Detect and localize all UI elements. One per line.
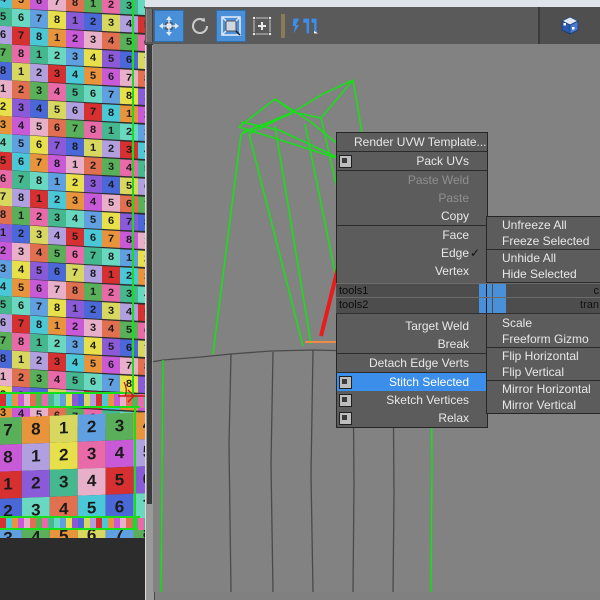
uv-editor-window: 4567812345678567812345678167812345678127…: [0, 0, 600, 600]
menu-item-freeform-gizmo[interactable]: Freeform Gizmo: [487, 331, 600, 347]
menu-item-paste: Paste: [337, 189, 487, 207]
menu-item-indent: [339, 230, 350, 241]
menu-item-mirror-horizontal[interactable]: Mirror Horizontal: [487, 381, 600, 397]
menu-item-scale[interactable]: Scale: [487, 315, 600, 331]
menu-group: Flip Horizontal Flip Vertical: [487, 348, 600, 381]
menu-item-paste-weld: Paste Weld: [337, 171, 487, 189]
menu-item-label: Mirror Vertical: [502, 398, 577, 412]
menu-item-indent: [339, 137, 350, 148]
view-cube-icon: [561, 16, 579, 35]
toolbar-dock-tools2[interactable]: tools2 tran: [336, 297, 600, 314]
menu-item-label: Copy: [440, 209, 469, 223]
menu-item-label: Paste: [438, 191, 469, 205]
move-tool-button[interactable]: [154, 9, 184, 42]
menu-item-detach-edge-verts[interactable]: Detach Edge Verts: [337, 354, 487, 372]
menu-item-indent: [339, 211, 350, 222]
menu-item-label: Flip Horizontal: [502, 349, 579, 363]
menu-group: Unhide All Hide Selected: [487, 250, 600, 283]
menu-item-label: Mirror Horizontal: [502, 382, 591, 396]
menu-item-vertex[interactable]: Vertex: [337, 262, 487, 280]
menu-item-stitch-selected[interactable]: Stitch Selected: [337, 373, 487, 391]
menu-group: Paste Weld Paste Copy: [337, 171, 487, 226]
menu-item-label: Break: [437, 337, 469, 351]
menu-item-label: Hide Selected: [502, 267, 577, 281]
uv-seam-edges: [160, 359, 164, 592]
dock-divider: [486, 298, 487, 313]
menu-item-target-weld[interactable]: Target Weld: [337, 317, 487, 335]
perspective-viewport[interactable]: 4567812345678567812345678167812345678127…: [0, 0, 145, 600]
menu-group: Unfreeze All Freeze Selected: [487, 217, 600, 250]
menu-group: Stitch Selected Sketch Vertices Relax: [337, 373, 487, 427]
check-icon: ✓: [469, 246, 481, 260]
dock-color-swatch[interactable]: [493, 298, 506, 313]
rotate-icon: [191, 16, 209, 34]
menu-item-label: Scale: [502, 316, 533, 330]
menu-item-label: Sketch Vertices: [386, 393, 469, 407]
menu-item-edge[interactable]: Edge ✓: [337, 244, 487, 262]
menu-item-freeze-selected[interactable]: Freeze Selected: [487, 233, 600, 249]
checkbox-icon[interactable]: [339, 411, 352, 425]
checkbox-icon[interactable]: [339, 154, 352, 168]
quad-menu-right[interactable]: Unfreeze All Freeze Selected Unhide All Hid…: [486, 216, 600, 414]
toolbar-dock-tail-text: tran: [580, 299, 599, 311]
menu-item-flip-vertical[interactable]: Flip Vertical: [487, 364, 600, 380]
menu-group: Pack UVs: [337, 152, 487, 171]
menu-group: Mirror Horizontal Mirror Vertical: [487, 381, 600, 413]
menu-item-label: Vertex: [434, 264, 469, 278]
rotate-tool-button[interactable]: [185, 10, 215, 42]
menu-item-label: Stitch Selected: [388, 375, 469, 389]
menu-item-label: Edge: [440, 246, 469, 260]
menu-item-label: Flip Vertical: [502, 365, 565, 379]
menu-item-label: Pack UVs: [416, 154, 469, 168]
menu-item-render-uvw-template[interactable]: Render UVW Template...: [337, 133, 487, 151]
toolbar-dock-label: tools2: [339, 299, 369, 311]
checkbox-icon[interactable]: [339, 375, 352, 389]
menu-item-label: Target Weld: [405, 319, 469, 333]
menu-item-label: Face: [442, 228, 469, 242]
mirror-icon: [292, 18, 319, 33]
menu-item-label: Relax: [438, 411, 469, 425]
menu-item-mirror-vertical[interactable]: Mirror Vertical: [487, 397, 600, 413]
menu-item-indent: [339, 193, 350, 204]
menu-item-label: Freeze Selected: [502, 234, 590, 248]
menu-item-relax[interactable]: Relax: [337, 409, 487, 427]
scale-icon: [221, 15, 241, 36]
splitter-thumb[interactable]: [147, 34, 152, 504]
menu-group: Detach Edge Verts: [337, 354, 487, 373]
menu-item-label: Freeform Gizmo: [502, 332, 589, 346]
freeform-gizmo-icon: [252, 15, 272, 36]
menu-group: Render UVW Template...: [337, 133, 487, 152]
menu-item-face[interactable]: Face: [337, 226, 487, 244]
menu-item-indent: [339, 358, 350, 369]
move-icon: [159, 15, 179, 36]
toolbar-grip[interactable]: [146, 9, 153, 42]
transform-axis-marker: [118, 381, 145, 403]
menu-item-flip-horizontal[interactable]: Flip Horizontal: [487, 348, 600, 364]
menu-item-label: Detach Edge Verts: [368, 356, 469, 370]
menu-item-sketch-vertices[interactable]: Sketch Vertices: [337, 391, 487, 409]
uv-editor-toolbar: [145, 7, 600, 45]
menu-item-label: Unfreeze All: [502, 218, 567, 232]
menu-item-pack-uvs[interactable]: Pack UVs: [337, 152, 487, 170]
menu-item-label: Paste Weld: [407, 173, 469, 187]
checkbox-icon[interactable]: [339, 393, 352, 407]
menu-item-indent: [339, 339, 350, 350]
menu-item-unhide-all[interactable]: Unhide All: [487, 250, 600, 266]
scale-tool-button[interactable]: [216, 9, 246, 42]
menu-item-label: Render UVW Template...: [354, 135, 487, 149]
menu-item-hide-selected[interactable]: Hide Selected: [487, 266, 600, 282]
menu-item-break[interactable]: Break: [337, 335, 487, 353]
menu-item-indent: [339, 248, 350, 259]
toolbar-separator: [281, 13, 285, 38]
menu-item-indent: [339, 175, 350, 186]
menu-item-indent: [339, 266, 350, 277]
menu-item-indent: [339, 321, 350, 332]
menu-item-unfreeze-all[interactable]: Unfreeze All: [487, 217, 600, 233]
freeform-gizmo-button[interactable]: [247, 10, 277, 42]
menu-item-label: Unhide All: [502, 251, 557, 265]
menu-item-copy[interactable]: Copy: [337, 207, 487, 225]
quad-menu-left[interactable]: Render UVW Template... Pack UVs Paste Weld…: [336, 132, 488, 428]
viewcube-area[interactable]: [539, 7, 600, 44]
mirror-tool-button[interactable]: [290, 10, 320, 42]
